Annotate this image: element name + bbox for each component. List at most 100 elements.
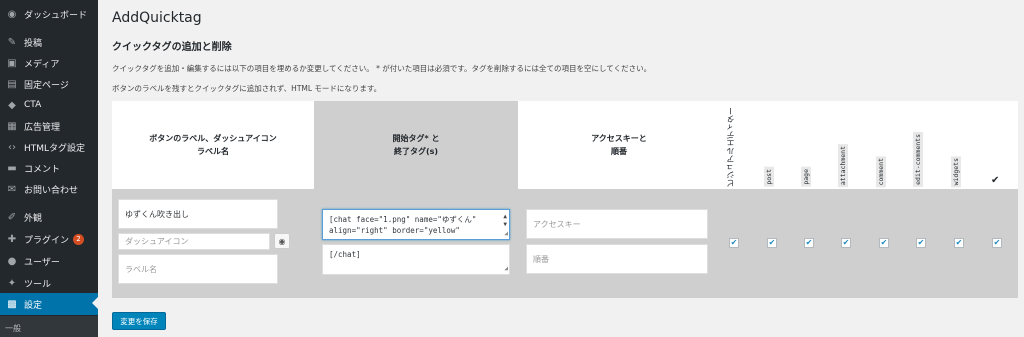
code-icon: ‹› <box>8 141 16 153</box>
header-attachment: attachment <box>838 143 848 187</box>
sidebar-item-html-tags[interactable]: ‹› HTMLタグ設定 <box>0 136 98 158</box>
sidebar-item-appearance[interactable]: ✐ 外観 <box>0 206 98 228</box>
dashicon-picker-button[interactable]: ◉ <box>274 233 290 249</box>
ad-icon: ▦ <box>7 120 17 132</box>
comment-icon: ▬ <box>7 162 17 174</box>
sidebar-item-label: メディア <box>24 59 60 70</box>
dashicon-input[interactable]: ダッシュアイコン <box>118 233 270 250</box>
sidebar-item-comments[interactable]: ▬ コメント <box>0 157 98 179</box>
description-text: クイックタグを追加・編集するには以下の項目を埋めるか変更してください。 * が付… <box>112 64 652 73</box>
textarea-scroll-arrows[interactable]: ▲ ▼ <box>503 213 507 229</box>
label-name-input[interactable]: ラベル名 <box>118 254 278 284</box>
header-button-label: ボタンのラベル、ダッシュアイコン ラベル名 <box>112 101 314 189</box>
page-checkbox[interactable]: ✔ <box>804 238 814 248</box>
description-note: ボタンのラベルを残すとクイックタグに追加されず、HTML モードになります。 <box>112 84 382 93</box>
sidebar-item-label: 固定ページ <box>24 80 69 91</box>
dashicon-picker-icon: ◉ <box>278 236 286 246</box>
access-key-input[interactable]: アクセスキー <box>526 209 708 239</box>
sidebar-item-contact[interactable]: ✉ お問い合わせ <box>0 178 98 200</box>
sidebar-item-ads[interactable]: ▦ 広告管理 <box>0 115 98 137</box>
dashboard-icon: ◉ <box>7 8 17 20</box>
appearance-icon: ✐ <box>7 211 17 223</box>
header-post: post <box>764 167 774 187</box>
page-title: AddQuicktag <box>112 10 202 26</box>
admin-sidebar: ◉ ダッシュボード ✎ 投稿 ▣ メディア ▤ 固定ページ ◆ CTA ▦ 広告管理 ‹› H… <box>0 0 98 337</box>
check-icon: ✔ <box>993 238 1001 247</box>
end-tag-textarea[interactable]: [/chat] ◢ <box>322 244 510 275</box>
start-tag-textarea[interactable]: [chat face="1.png" name="ゆずくん" align="ri… <box>322 209 510 240</box>
header-tag-line1: 開始タグ* と <box>392 134 440 143</box>
sidebar-item-label: 外観 <box>24 213 43 224</box>
attachment-checkbox[interactable]: ✔ <box>841 238 851 248</box>
page-icon: ▤ <box>7 78 17 90</box>
sidebar-subitem-general[interactable]: 一般 <box>0 316 98 337</box>
section-title: クイックタグの追加と削除 <box>112 42 232 53</box>
check-icon: ✔ <box>917 238 925 247</box>
end-tag-value: [/chat] <box>329 250 361 259</box>
user-icon: ● <box>7 255 17 267</box>
check-icon: ✔ <box>955 238 963 247</box>
sidebar-item-label: 設定 <box>24 300 43 311</box>
sidebar-item-pages[interactable]: ▤ 固定ページ <box>0 73 98 95</box>
sidebar-item-tools[interactable]: ✦ ツール <box>0 272 98 294</box>
sidebar-item-label: ユーザー <box>24 257 60 268</box>
sidebar-item-label: CTA <box>24 100 42 110</box>
resize-handle-icon[interactable]: ◢ <box>504 263 508 274</box>
save-changes-button[interactable]: 変更を保存 <box>112 312 166 330</box>
visual-editor-checkbox[interactable]: ✔ <box>729 238 739 248</box>
settings-icon: ▩ <box>7 298 17 310</box>
header-editor-columns: ビジュアルエディター post page attachment comment … <box>720 101 1018 189</box>
comment-checkbox[interactable]: ✔ <box>879 238 889 248</box>
header-page: page <box>801 167 811 187</box>
header-edit-comments: edit-comments <box>913 132 923 187</box>
edit-comments-checkbox[interactable]: ✔ <box>916 238 926 248</box>
sidebar-item-label: お問い合わせ <box>24 185 79 196</box>
post-checkbox[interactable]: ✔ <box>767 238 777 248</box>
header-label-line1: ボタンのラベル、ダッシュアイコン <box>149 134 277 143</box>
start-tag-line2: align="right" border="yellow" <box>329 226 460 235</box>
header-access-line2: 順番 <box>610 147 627 156</box>
quicktag-table: ボタンのラベル、ダッシュアイコン ラベル名 開始タグ* と終了タグ(s) アクセス… <box>112 101 1018 298</box>
resize-handle-icon[interactable]: ◢ <box>504 228 508 239</box>
sidebar-item-users[interactable]: ● ユーザー <box>0 250 98 272</box>
sidebar-item-posts[interactable]: ✎ 投稿 <box>0 31 98 53</box>
header-access-line1: アクセスキーと <box>591 134 647 143</box>
sidebar-item-label: HTMLタグ設定 <box>24 143 86 154</box>
sidebar-item-label: 投稿 <box>24 38 43 49</box>
check-icon: ✔ <box>730 238 738 247</box>
start-tag-line1: [chat face="1.png" name="ゆずくん" <box>329 215 477 224</box>
check-icon: ✔ <box>805 238 813 247</box>
header-tag-line2: 終了タグ(s) <box>393 147 439 156</box>
media-icon: ▣ <box>7 57 17 69</box>
header-tags: 開始タグ* と終了タグ(s) <box>314 101 518 189</box>
select-row-checkbox[interactable]: ✔ <box>992 238 1002 248</box>
sidebar-item-label: ツール <box>24 279 52 290</box>
sidebar-item-label: プラグイン <box>24 235 70 246</box>
sidebar-item-settings[interactable]: ▩ 設定 <box>0 293 98 315</box>
mail-icon: ✉ <box>7 183 17 195</box>
header-label-line2: ラベル名 <box>196 147 229 156</box>
check-icon: ✔ <box>880 238 888 247</box>
sidebar-item-label: コメント <box>24 164 61 175</box>
header-comment: comment <box>876 155 886 187</box>
widgets-checkbox[interactable]: ✔ <box>954 238 964 248</box>
sidebar-item-dashboard[interactable]: ◉ ダッシュボード <box>0 3 98 25</box>
sidebar-item-media[interactable]: ▣ メディア <box>0 52 98 74</box>
sidebar-item-label: ダッシュボード <box>24 10 88 21</box>
tag-icon: ◆ <box>8 99 16 111</box>
pin-icon: ✎ <box>7 36 17 48</box>
order-input[interactable]: 順番 <box>526 244 708 274</box>
button-label-input[interactable]: ゆずくん吹き出し <box>118 199 278 229</box>
select-all-check-icon[interactable]: ✔ <box>991 175 999 186</box>
check-icon: ✔ <box>842 238 850 247</box>
plugin-icon: ✚ <box>7 233 17 245</box>
sidebar-item-cta[interactable]: ◆ CTA <box>0 94 98 116</box>
update-count-badge: 2 <box>73 233 85 245</box>
sidebar-item-plugins[interactable]: ✚ プラグイン 2 <box>0 228 98 250</box>
check-icon: ✔ <box>768 238 776 247</box>
header-visual-editor: ビジュアルエディター <box>726 107 735 187</box>
tool-icon: ✦ <box>7 277 17 289</box>
sidebar-item-label: 広告管理 <box>24 122 61 133</box>
header-access-key: アクセスキーと 順番 <box>518 101 720 189</box>
main-content: AddQuicktag クイックタグの追加と削除 クイックタグを追加・編集するに… <box>98 0 1024 337</box>
